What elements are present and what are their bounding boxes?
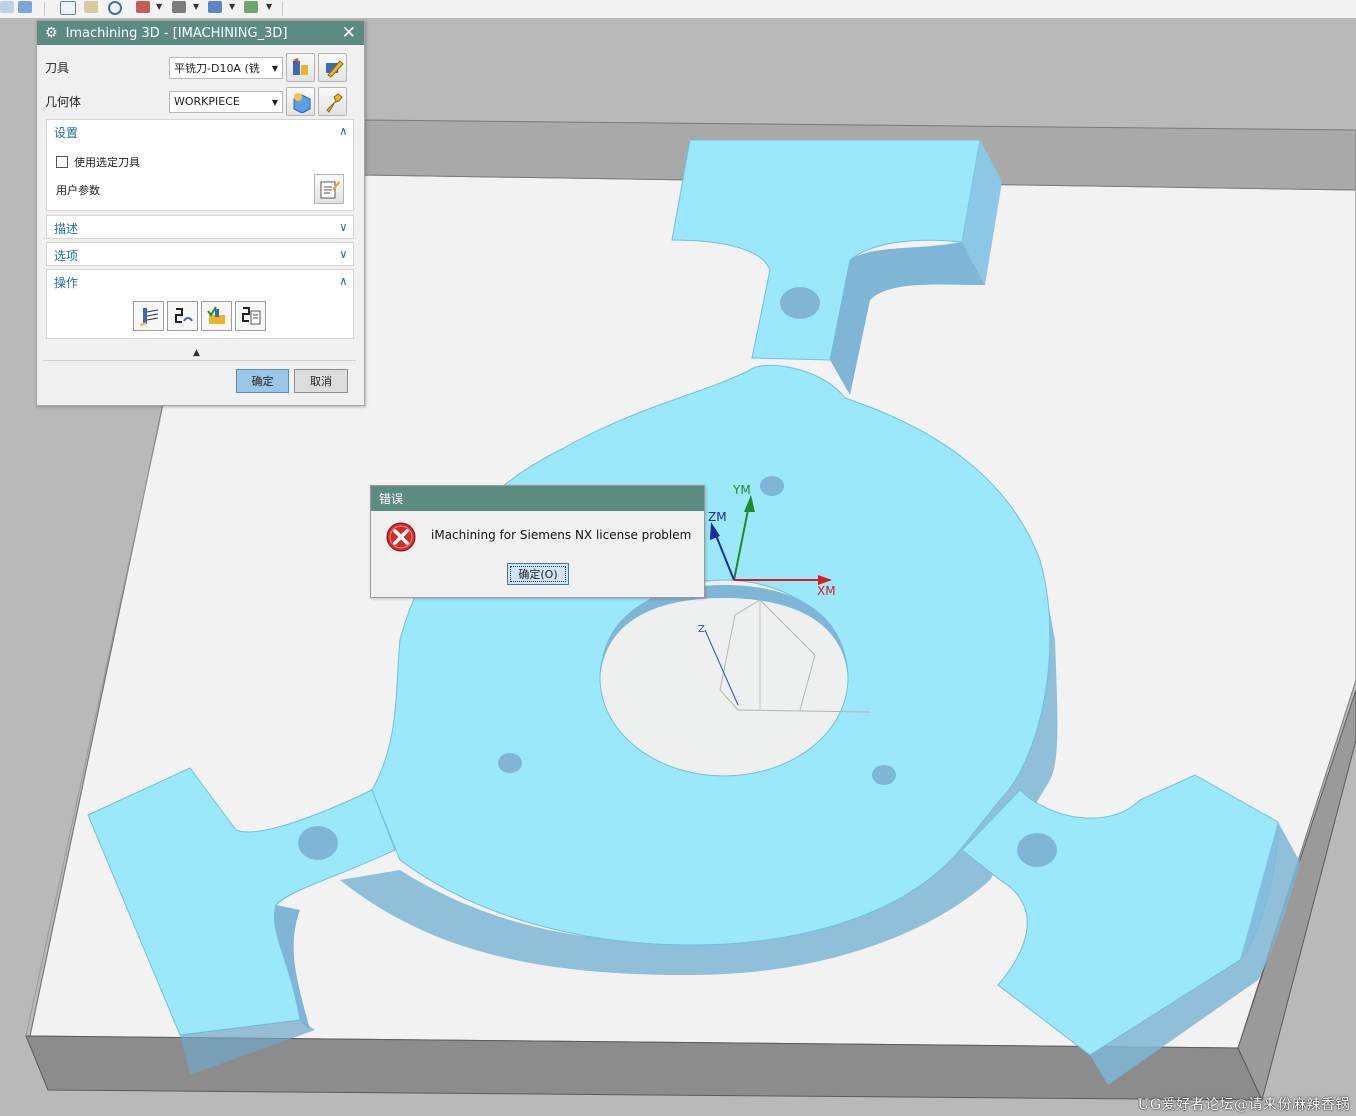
chevron-down-icon: ▼ xyxy=(271,63,278,73)
layer-icon[interactable] xyxy=(136,1,150,13)
ym-axis-label: YM xyxy=(733,483,751,497)
tool-select-value: 平铣刀-D10A (铣 xyxy=(174,61,260,75)
view-orient-icon[interactable] xyxy=(208,1,222,13)
chevron-up-icon[interactable]: ∧ xyxy=(340,124,347,138)
tool-label: 刀具 xyxy=(45,61,70,75)
error-icon xyxy=(386,522,416,552)
create-tool-icon xyxy=(292,57,308,75)
settings-group-label: 设置 xyxy=(54,125,79,140)
fit-view-icon[interactable] xyxy=(60,1,76,15)
ok-button[interactable]: 确定 xyxy=(236,369,289,393)
close-icon[interactable]: ✕ xyxy=(342,23,356,43)
zm-axis-label: ZM xyxy=(708,510,727,524)
replay-button[interactable] xyxy=(167,301,198,331)
description-group-label: 描述 xyxy=(54,221,79,236)
create-tool-button[interactable] xyxy=(286,53,315,82)
cube-icon[interactable] xyxy=(0,1,14,13)
chevron-down-icon[interactable]: ▼ xyxy=(266,3,272,11)
imachining-dialog: ⚙ Imachining 3D - [IMACHINING_3D] ✕ 刀具 平… xyxy=(36,20,365,406)
create-geometry-icon xyxy=(293,92,310,113)
top-toolbar: ▼ ▼ ▼ ▼ xyxy=(0,0,1356,19)
chevron-down-icon[interactable]: ▼ xyxy=(156,3,162,11)
bolt-hole xyxy=(780,287,820,319)
rotate-icon[interactable] xyxy=(108,1,122,15)
error-dialog: 错误 iMachining for Siemens NX license pro… xyxy=(370,485,705,598)
dialog-title-bar[interactable]: ⚙ Imachining 3D - [IMACHINING_3D] ✕ xyxy=(37,21,364,45)
user-params-label: 用户参数 xyxy=(56,184,100,197)
user-params-icon xyxy=(320,181,340,199)
replay-icon xyxy=(174,308,193,323)
filter-icon[interactable] xyxy=(244,1,258,13)
options-group: 选项 ∨ xyxy=(46,242,354,266)
edit-geometry-button[interactable] xyxy=(318,87,347,116)
zoom-window-icon[interactable] xyxy=(84,1,98,13)
error-message: iMachining for Siemens NX license proble… xyxy=(431,528,692,542)
chevron-down-icon[interactable]: ∨ xyxy=(340,247,347,261)
dialog-title: Imachining 3D - [IMACHINING_3D] xyxy=(65,25,288,41)
edit-tool-icon xyxy=(325,59,344,78)
description-group-header[interactable]: 描述 ∨ xyxy=(47,216,353,240)
toolbar-separator xyxy=(282,2,283,16)
bolt-hole xyxy=(1017,833,1057,867)
description-group: 描述 ∨ xyxy=(46,215,354,239)
chevron-down-icon: ▼ xyxy=(271,97,278,107)
generate-toolpath-icon xyxy=(139,308,158,326)
settings-group: 设置 ∧ 使用选定刀具 用户参数 xyxy=(46,119,354,211)
actions-group-label: 操作 xyxy=(54,275,79,290)
options-group-header[interactable]: 选项 ∨ xyxy=(47,243,353,267)
geometry-select-value: WORKPIECE xyxy=(174,95,240,108)
chevron-down-icon[interactable]: ∨ xyxy=(340,220,347,234)
verify-icon xyxy=(206,306,225,324)
watermark: UG爱好者论坛@请来份麻辣香锅 xyxy=(1137,1097,1350,1113)
edit-tool-button[interactable] xyxy=(318,53,347,82)
wrench-icon xyxy=(325,92,343,113)
use-selected-tool-checkbox[interactable]: 使用选定刀具 xyxy=(56,154,140,170)
error-dialog-title[interactable]: 错误 xyxy=(371,486,704,511)
create-geometry-button[interactable] xyxy=(286,87,315,116)
z-axis-label: Z xyxy=(698,624,705,635)
dialog-divider xyxy=(43,360,356,361)
error-ok-button[interactable]: 确定(O) xyxy=(507,563,569,585)
collapse-arrow-icon[interactable]: ▲ xyxy=(193,348,200,358)
bolt-hole xyxy=(498,753,522,773)
actions-group-header[interactable]: 操作 ∧ xyxy=(47,270,353,294)
toolbar-separator xyxy=(44,2,45,16)
tool-select[interactable]: 平铣刀-D10A (铣 ▼ xyxy=(169,56,283,79)
actions-group: 操作 ∧ xyxy=(46,269,354,339)
actions-toolbar xyxy=(133,301,266,331)
list-button[interactable] xyxy=(235,301,266,331)
cancel-button[interactable]: 取消 xyxy=(294,369,348,393)
checkbox-box[interactable] xyxy=(56,156,68,168)
tool-row: 刀具 平铣刀-D10A (铣 ▼ xyxy=(45,53,347,82)
chevron-down-icon[interactable]: ▼ xyxy=(193,3,199,11)
verify-button[interactable] xyxy=(201,301,232,331)
bolt-hole xyxy=(872,765,896,785)
chevron-up-icon[interactable]: ∧ xyxy=(340,274,347,288)
generate-toolpath-button[interactable] xyxy=(133,301,164,331)
use-selected-tool-label: 使用选定刀具 xyxy=(74,156,140,169)
geometry-select[interactable]: WORKPIECE ▼ xyxy=(169,90,283,113)
list-icon xyxy=(241,307,260,325)
user-params-button[interactable] xyxy=(314,174,344,204)
cube-icon[interactable] xyxy=(18,1,32,13)
geometry-row: 几何体 WORKPIECE ▼ xyxy=(45,87,347,116)
options-group-label: 选项 xyxy=(54,248,79,263)
bolt-hole xyxy=(298,826,338,860)
chevron-down-icon[interactable]: ▼ xyxy=(229,3,235,11)
gear-icon[interactable]: ⚙ xyxy=(45,25,58,41)
xm-axis-label: XM xyxy=(817,584,836,598)
geometry-label: 几何体 xyxy=(45,95,82,109)
settings-group-header[interactable]: 设置 ∧ xyxy=(47,120,353,144)
render-style-icon[interactable] xyxy=(172,1,186,13)
bolt-hole xyxy=(760,476,784,496)
